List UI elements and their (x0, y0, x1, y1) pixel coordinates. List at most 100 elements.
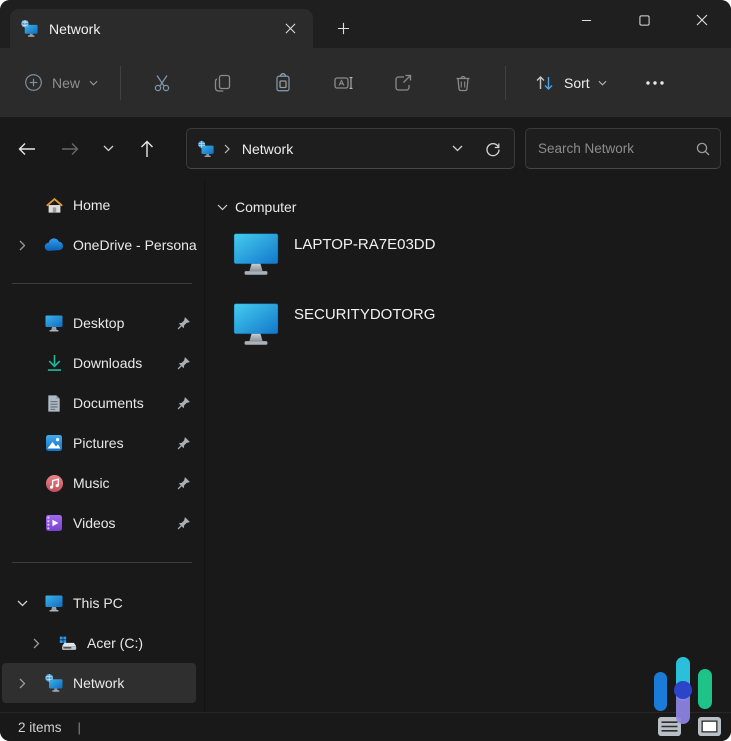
pin-icon[interactable] (176, 436, 191, 451)
collapse-chevron-icon[interactable] (14, 600, 30, 607)
sidebar-item-label: Videos (73, 515, 116, 531)
search-box[interactable] (525, 128, 722, 169)
hard-drive-icon (58, 633, 78, 653)
minimize-button[interactable] (557, 0, 615, 40)
pictures-icon (44, 433, 64, 453)
onedrive-cloud-icon (44, 235, 64, 255)
pin-icon[interactable] (176, 356, 191, 371)
sidebar-divider (12, 562, 192, 563)
network-icon (44, 673, 64, 693)
tab-network[interactable]: Network (10, 9, 313, 48)
sidebar-item-home[interactable]: Home (0, 185, 204, 225)
document-icon (44, 393, 64, 413)
pin-icon[interactable] (176, 316, 191, 331)
network-computer-item-2[interactable]: SECURITYDOTORG (230, 298, 530, 350)
videos-icon (44, 513, 64, 533)
computer-monitor-icon (230, 298, 282, 350)
arrow-up-icon (140, 140, 153, 157)
sidebar-item-label: Documents (73, 395, 144, 411)
delete-button[interactable] (441, 63, 485, 103)
see-more-button[interactable] (635, 63, 675, 103)
copy-button[interactable] (201, 63, 245, 103)
sidebar-item-label: This PC (73, 595, 123, 611)
maximize-button[interactable] (615, 0, 673, 40)
pin-icon[interactable] (176, 516, 191, 531)
sort-button[interactable]: Sort (524, 65, 617, 101)
sidebar: Home OneDrive - Persona Desktop Download… (0, 180, 205, 712)
copy-icon (214, 74, 231, 92)
computer-name: SECURITYDOTORG (294, 306, 436, 323)
close-button[interactable] (673, 0, 731, 40)
sidebar-item-drive-c[interactable]: Acer (C:) (0, 623, 204, 663)
sidebar-item-label: Desktop (73, 315, 125, 331)
home-icon (44, 195, 64, 215)
expand-chevron-icon[interactable] (14, 240, 30, 251)
tab-close-icon[interactable] (277, 16, 303, 42)
refresh-button[interactable] (478, 134, 508, 164)
trash-icon (456, 75, 470, 91)
forward-button[interactable] (52, 131, 86, 167)
details-view-button[interactable] (655, 715, 684, 738)
chevron-down-icon (217, 204, 228, 210)
pin-icon[interactable] (176, 476, 191, 491)
computer-monitor-icon (230, 228, 282, 280)
sidebar-item-label: Network (73, 675, 125, 691)
command-bar: New Sort (0, 48, 731, 117)
navigation-bar: Network (0, 117, 731, 180)
chevron-down-icon (598, 80, 607, 86)
search-input[interactable] (538, 141, 697, 156)
status-bar: 2 items | (0, 712, 731, 741)
paste-button[interactable] (261, 63, 305, 103)
music-icon (44, 473, 64, 493)
sidebar-item-network[interactable]: Network (2, 663, 196, 703)
share-button[interactable] (381, 63, 425, 103)
paste-icon (276, 72, 290, 91)
desktop-icon (44, 313, 64, 333)
details-view-icon (658, 717, 681, 736)
computer-name: LAPTOP-RA7E03DD (294, 236, 436, 253)
sidebar-item-this-pc[interactable]: This PC (0, 583, 204, 623)
share-icon (395, 74, 412, 91)
rename-button[interactable] (321, 63, 365, 103)
group-header-computer[interactable]: Computer (212, 197, 731, 217)
arrow-left-icon (18, 142, 36, 155)
chevron-down-icon (103, 145, 114, 152)
ellipsis-icon (646, 80, 664, 85)
sidebar-item-label: Music (73, 475, 110, 491)
sidebar-item-desktop[interactable]: Desktop (0, 303, 204, 343)
address-bar[interactable]: Network (185, 128, 516, 169)
sidebar-item-downloads[interactable]: Downloads (0, 343, 204, 383)
sidebar-item-pictures[interactable]: Pictures (0, 423, 204, 463)
file-list-area: Computer LAPTOP-RA7E03DD SECURITYDOTORG (205, 180, 731, 712)
file-explorer-window: Network New Sort Network Search Network … (0, 0, 731, 741)
chevron-down-icon (452, 145, 462, 152)
toolbar-divider (505, 65, 507, 100)
chevron-right-icon (224, 144, 230, 153)
address-dropdown-button[interactable] (442, 134, 472, 164)
toolbar-divider (120, 65, 122, 100)
new-button-label: New (52, 74, 81, 91)
breadcrumb-network[interactable]: Network (236, 137, 299, 161)
expand-chevron-icon[interactable] (28, 638, 44, 649)
sidebar-item-onedrive[interactable]: OneDrive - Persona (0, 225, 204, 265)
up-button[interactable] (129, 131, 163, 167)
cut-button[interactable] (141, 63, 185, 103)
pin-icon[interactable] (176, 396, 191, 411)
title-bar[interactable]: Network (0, 0, 731, 48)
new-tab-button[interactable] (328, 15, 358, 42)
search-icon (696, 142, 710, 155)
large-icons-view-button[interactable] (695, 715, 724, 738)
sidebar-item-label: Downloads (73, 355, 143, 371)
network-computer-item-1[interactable]: LAPTOP-RA7E03DD (230, 228, 530, 280)
new-button[interactable]: New (14, 65, 108, 100)
recent-locations-button[interactable] (91, 131, 125, 167)
scissors-icon (154, 74, 170, 91)
download-arrow-icon (44, 353, 64, 373)
sidebar-item-music[interactable]: Music (0, 463, 204, 503)
expand-chevron-icon[interactable] (14, 678, 30, 689)
sidebar-item-videos[interactable]: Videos (0, 503, 204, 543)
plus-circle-icon (24, 73, 43, 92)
back-button[interactable] (10, 131, 44, 167)
sidebar-item-label: OneDrive - Persona (73, 237, 197, 253)
sidebar-item-documents[interactable]: Documents (0, 383, 204, 423)
